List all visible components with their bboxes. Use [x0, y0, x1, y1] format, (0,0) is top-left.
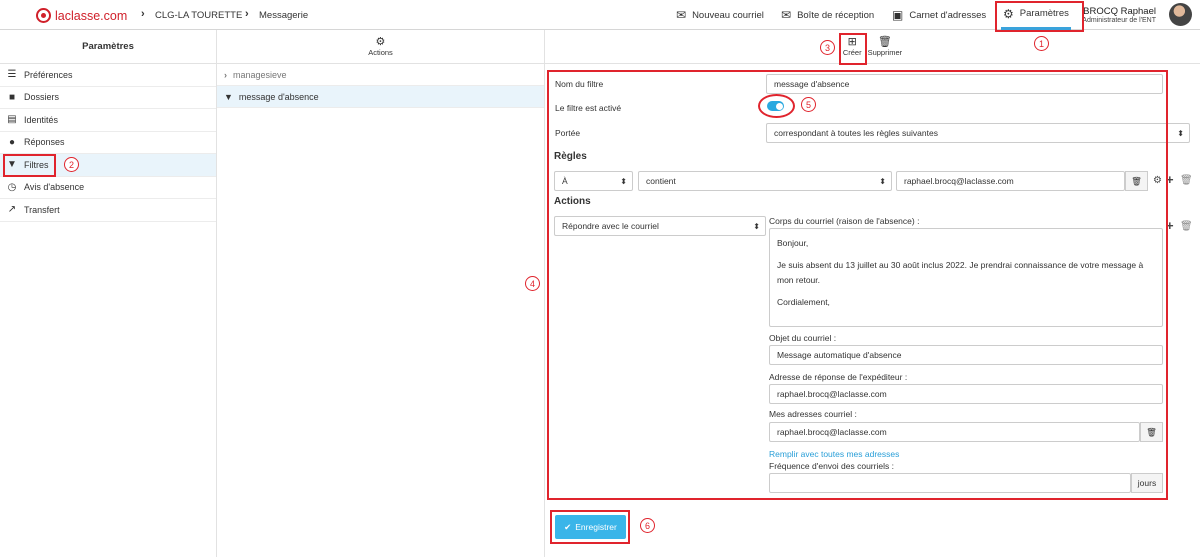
annotation-marker: 5 [801, 97, 816, 112]
filter-set-name: managesieve [233, 69, 287, 80]
folder-icon: ■ [8, 91, 16, 103]
nav-new-mail[interactable]: ✉ Nouveau courriel [676, 0, 764, 30]
new-mail-icon: ✉ [676, 8, 687, 22]
annotation-box-save [550, 510, 630, 544]
clock-icon: ◷ [7, 181, 17, 193]
annotation-marker: 4 [525, 276, 540, 291]
sidebar-item-label: Transfert [24, 204, 60, 215]
annotation-marker: 6 [640, 518, 655, 533]
delete-label: Supprimer [867, 48, 903, 57]
annotation-box-create [839, 33, 867, 65]
annotation-marker: 2 [64, 157, 79, 172]
user-info[interactable]: BROCQ Raphael Administrateur de l'ENT [1082, 6, 1156, 24]
sliders-icon: ☰ [7, 69, 17, 81]
settings-sidebar: Paramètres ☰ Préférences ■ Dossiers ▤ Id… [0, 30, 217, 557]
sidebar-item-folders[interactable]: ■ Dossiers [0, 87, 216, 109]
nav-inbox-label: Boîte de réception [797, 9, 875, 21]
annotation-marker: 3 [820, 40, 835, 55]
logo[interactable]: laclasse.com [36, 8, 127, 23]
breadcrumb-school[interactable]: CLG-LA TOURETTE [155, 10, 242, 21]
filter-set-row[interactable]: › managesieve [217, 64, 544, 86]
breadcrumb-app[interactable]: Messagerie [259, 10, 308, 21]
trash-icon: 🗑 [877, 36, 892, 48]
nav-contacts-label: Carnet d'adresses [909, 9, 987, 21]
sidebar-item-forward[interactable]: ↗ Transfert [0, 199, 216, 222]
sidebar-item-vacation[interactable]: ◷ Avis d'absence [0, 177, 216, 199]
comment-icon: ● [8, 136, 16, 148]
share-icon: ↗ [7, 204, 17, 216]
nav-contacts[interactable]: ▣ Carnet d'adresses [892, 0, 986, 30]
sidebar-item-preferences[interactable]: ☰ Préférences [0, 64, 216, 87]
filter-name: message d'absence [238, 91, 319, 102]
sidebar-item-label: Identités [24, 114, 59, 125]
filters-list-header: ⚙ Actions [217, 30, 544, 64]
chevron-right-icon: › [141, 8, 145, 20]
address-book-icon: ▣ [892, 8, 904, 22]
logo-text: laclasse.com [55, 8, 128, 23]
gear-icon: ⚙ [375, 36, 386, 48]
logo-icon [36, 8, 51, 23]
sidebar-item-label: Avis d'absence [24, 182, 85, 193]
nav-new-mail-label: Nouveau courriel [692, 9, 764, 21]
annotation-marker: 1 [1034, 36, 1049, 51]
filter-icon: ▼ [224, 91, 233, 102]
annotation-box-form [547, 70, 1168, 500]
avatar[interactable] [1169, 3, 1192, 26]
user-role: Administrateur de l'ENT [1082, 17, 1156, 24]
filter-row[interactable]: ▼ message d'absence [217, 86, 544, 108]
envelope-icon: ✉ [781, 8, 792, 22]
action-delete-trash-icon[interactable]: 🗑 [1180, 221, 1193, 232]
user-name: BROCQ Raphael [1083, 6, 1156, 17]
actions-label: Actions [368, 48, 393, 57]
id-card-icon: ▤ [7, 114, 17, 126]
chevron-right-icon: › [245, 8, 249, 20]
sidebar-item-label: Préférences [24, 69, 73, 80]
sidebar-item-label: Dossiers [24, 92, 60, 103]
sidebar-item-identities[interactable]: ▤ Identités [0, 109, 216, 132]
filters-list-panel: ⚙ Actions › managesieve ▼ message d'abse… [217, 30, 545, 557]
sidebar-item-responses[interactable]: ● Réponses [0, 132, 216, 154]
sidebar-item-label: Réponses [24, 137, 65, 148]
delete-button[interactable]: 🗑 Supprimer [868, 36, 903, 57]
nav-inbox[interactable]: ✉ Boîte de réception [781, 0, 874, 30]
actions-button[interactable]: ⚙ Actions [368, 36, 393, 57]
annotation-box-filters [3, 154, 56, 177]
annotation-box-settings [995, 1, 1084, 32]
annotation-circle-toggle [758, 94, 795, 118]
sidebar-title: Paramètres [0, 30, 216, 64]
chevron-right-icon: › [224, 69, 227, 80]
rule-delete-trash-icon[interactable]: 🗑 [1180, 175, 1193, 186]
editor-toolbar: ⊞ Créer 🗑 Supprimer [545, 30, 1200, 64]
